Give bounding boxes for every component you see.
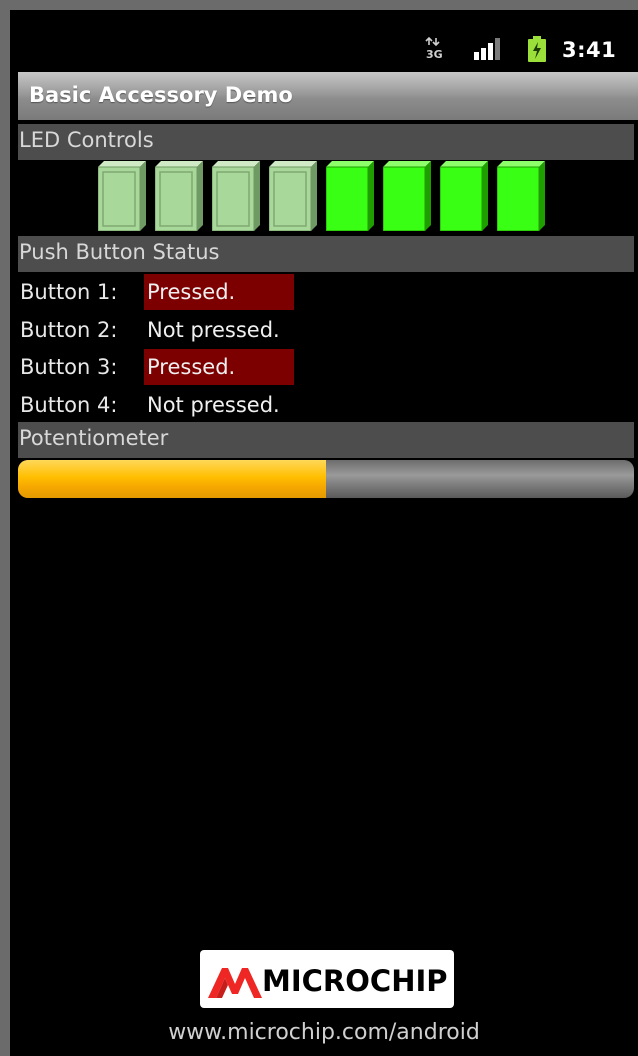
push-button-status-header: Push Button Status [18,236,634,272]
button-row: Button 3: Pressed. [18,349,418,385]
phone-screen: 3G 3:41 Basic Accessory Demo LED Control… [10,10,638,1056]
button-status: Pressed. [144,349,294,385]
potentiometer-title: Potentiometer [19,426,169,450]
led-toggle-6[interactable] [383,161,431,231]
led-toggle-1[interactable] [98,161,146,231]
led-row [98,161,558,241]
button-label: Button 2: [20,318,118,342]
app-title: Basic Accessory Demo [29,83,293,107]
button-label: Button 4: [20,393,118,417]
button-label: Button 3: [20,355,118,379]
push-button-status-title: Push Button Status [19,240,220,264]
led-toggle-2[interactable] [155,161,203,231]
signal-strength-icon [474,38,500,60]
led-toggle-7[interactable] [440,161,488,231]
status-bar: 3G 3:41 [10,10,638,72]
potentiometer-progress-bar [18,460,634,498]
button-status: Not pressed. [144,312,294,348]
led-controls-title: LED Controls [19,128,154,152]
microchip-logo-text: MICROCHIP [262,964,448,998]
led-toggle-8[interactable] [497,161,545,231]
microchip-logo-icon [208,968,262,998]
led-toggle-5[interactable] [326,161,374,231]
app-title-bar: Basic Accessory Demo [18,72,638,120]
button-label: Button 1: [20,280,118,304]
clock: 3:41 [562,38,617,62]
button-row: Button 1: Pressed. [18,274,418,310]
button-status-text: Pressed. [147,280,236,304]
button-row: Button 4: Not pressed. [18,387,418,423]
button-status: Not pressed. [144,387,294,423]
footer-url[interactable]: www.microchip.com/android [10,1020,638,1045]
button-status-text: Pressed. [147,355,236,379]
button-status: Pressed. [144,274,294,310]
led-toggle-3[interactable] [212,161,260,231]
led-controls-header: LED Controls [18,124,634,160]
microchip-logo: MICROCHIP [200,950,454,1008]
button-status-text: Not pressed. [147,393,280,417]
network-type-label: 3G [426,48,443,60]
3g-data-icon: 3G [425,36,443,60]
button-row: Button 2: Not pressed. [18,312,418,348]
potentiometer-fill [18,460,326,498]
led-toggle-4[interactable] [269,161,317,231]
battery-charging-icon [528,36,546,62]
button-status-text: Not pressed. [147,318,280,342]
potentiometer-header: Potentiometer [18,422,634,458]
